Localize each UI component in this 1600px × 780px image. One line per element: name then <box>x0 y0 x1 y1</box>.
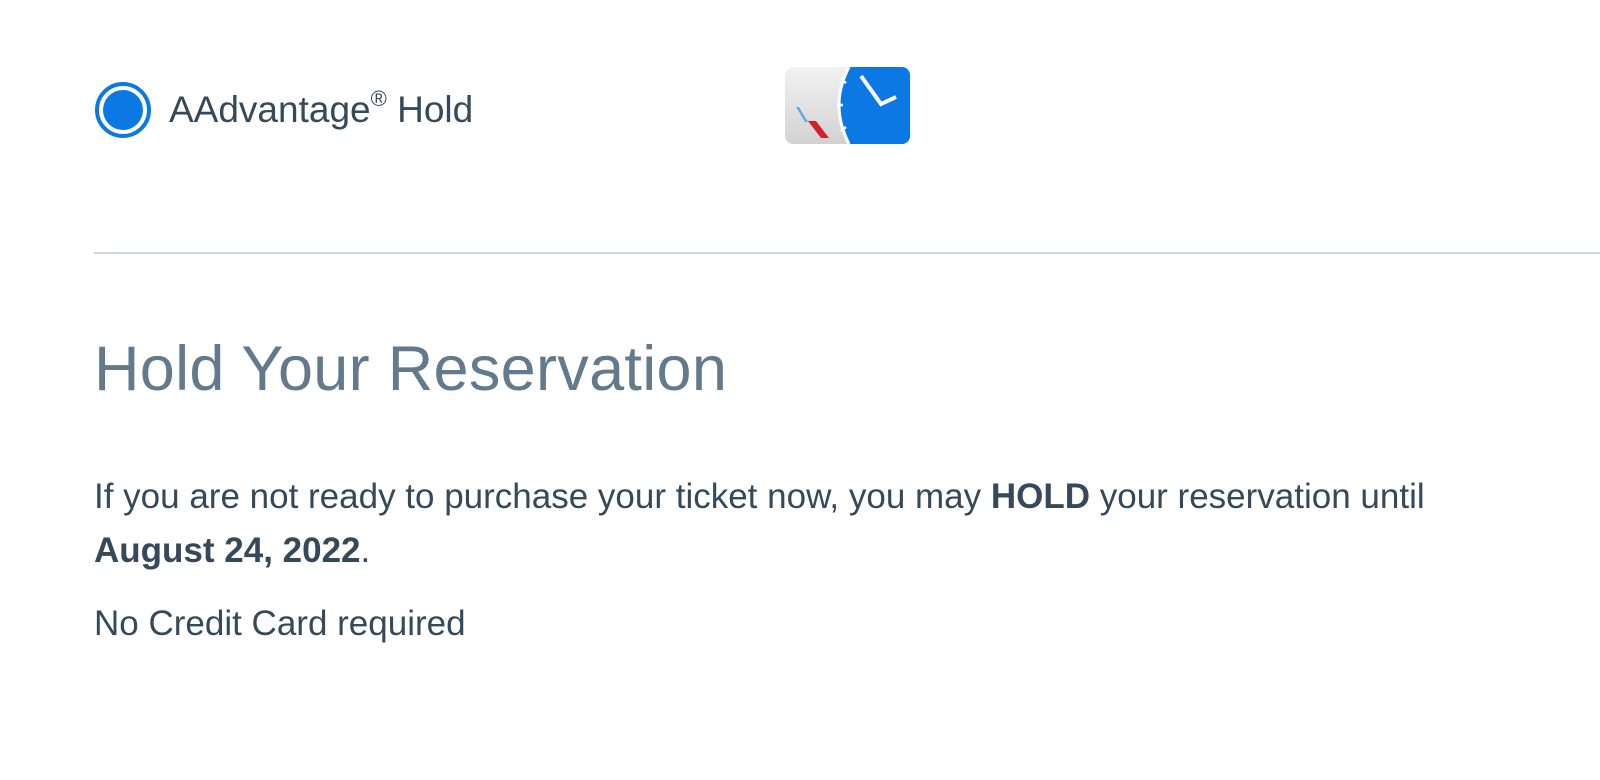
option-label-tail: Hold <box>386 89 474 130</box>
aadvantage-hold-option[interactable]: AAdvantage® Hold <box>95 82 473 138</box>
description-part-2: your reservation until <box>1090 477 1425 516</box>
no-credit-card-note: No Credit Card required <box>94 604 466 643</box>
registered-mark: ® <box>370 86 387 111</box>
hold-reservation-page: AAdvantage® Hold Hold Your Reservation I… <box>0 0 1600 780</box>
hold-emphasis: HOLD <box>990 477 1091 516</box>
description-part-3: . <box>360 531 371 570</box>
option-label-main: AAdvantage <box>169 89 371 130</box>
description-part-1: If you are not ready to purchase your ti… <box>94 477 991 516</box>
aadvantage-hold-label[interactable]: AAdvantage® Hold <box>169 86 474 131</box>
radio-selected-dot <box>103 90 143 130</box>
aadvantage-hold-radio[interactable] <box>95 82 151 138</box>
aa-hold-clock-icon <box>785 67 910 144</box>
hold-until-date: August 24, 2022 <box>94 531 361 570</box>
section-divider <box>94 252 1600 254</box>
page-title: Hold Your Reservation <box>94 334 728 404</box>
hold-description: If you are not ready to purchase your ti… <box>94 470 1514 578</box>
